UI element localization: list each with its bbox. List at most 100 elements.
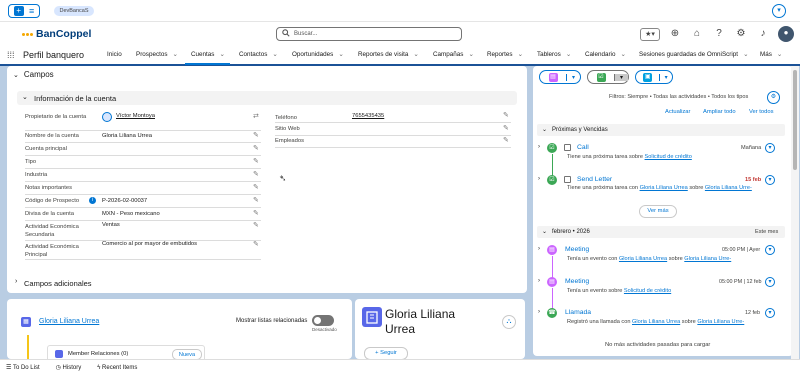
related-link[interactable]: Gloria Liliana Urre- [697, 319, 744, 325]
edit-pencil-icon[interactable]: ✎ [503, 111, 509, 119]
chevron-down-icon[interactable]: ⌄ [219, 51, 224, 58]
chevron-down-icon[interactable]: ▾ [765, 245, 775, 255]
chevron-right-icon[interactable]: › [538, 309, 540, 315]
chevron-down-icon[interactable]: ⌄ [777, 51, 782, 58]
chevron-down-icon[interactable]: ⌄ [173, 51, 178, 58]
nav-item-contactos[interactable]: Contactos ⌄ [239, 51, 278, 58]
nav-item-tableros[interactable]: Tableros ⌄ [537, 51, 571, 58]
chevron-right-icon[interactable]: › [538, 144, 540, 150]
bell-icon[interactable]: ♪ [756, 27, 770, 41]
global-search-input[interactable]: Buscar... [276, 27, 462, 41]
chevron-down-icon[interactable]: ⌄ [468, 51, 473, 58]
chevron-down-icon[interactable]: ⌄ [566, 51, 571, 58]
chevron-down-icon[interactable]: ▾ [765, 175, 775, 185]
task-title-link[interactable]: Send Letter [577, 176, 612, 183]
related-link[interactable]: Solicitud de crédito [624, 288, 671, 294]
section-info-cuenta-toggle[interactable]: ⌄ Información de la cuenta [17, 91, 517, 105]
edit-pencil-icon[interactable]: ✎ [253, 157, 259, 165]
chevron-down-icon[interactable]: ⌄ [413, 51, 418, 58]
nav-item-prospectos[interactable]: Prospectos ⌄ [136, 51, 178, 58]
chevron-right-icon[interactable]: › [538, 278, 540, 284]
chevron-down-icon[interactable]: ▾ [614, 73, 628, 81]
month-section-header[interactable]: ⌄ febrero • 2026 Este mes [537, 226, 785, 238]
task-checkbox[interactable] [564, 176, 571, 183]
page-scrollbar[interactable] [791, 66, 799, 359]
new-event-button[interactable]: ▤ ▾ [539, 70, 581, 84]
nav-item-cuentas[interactable]: Cuentas ⌄ [191, 51, 225, 58]
chevron-down-icon[interactable]: ▾ [659, 73, 672, 81]
chevron-down-icon[interactable]: ⌄ [620, 51, 625, 58]
chevron-right-icon[interactable]: › [538, 246, 540, 252]
call-title-link[interactable]: Llamada [565, 309, 591, 316]
filter-gear-icon[interactable]: ⚙ [767, 91, 780, 104]
edit-pencil-icon[interactable]: ✎ [503, 124, 509, 132]
related-lists-toggle[interactable] [312, 315, 334, 326]
edit-pencil-icon[interactable]: ✎ [253, 196, 259, 204]
phone-link[interactable]: 7655435435 [352, 113, 384, 119]
gear-icon[interactable]: ⚙ [734, 27, 748, 41]
edit-pencil-icon[interactable]: ✎ [253, 209, 259, 217]
upcoming-section-header[interactable]: ⌄ Próximas y Vencidas [537, 124, 785, 136]
additional-fields-card[interactable]: › Campos adicionales [7, 273, 527, 293]
owner-link[interactable]: Víctor Montoya [116, 113, 155, 119]
help-icon[interactable]: ? [712, 27, 726, 41]
task-title-link[interactable]: Call [577, 144, 589, 151]
chevron-down-icon[interactable]: ▾ [765, 277, 775, 287]
chevron-down-icon[interactable]: ⌄ [338, 51, 343, 58]
nav-item-campanas[interactable]: Campañas ⌄ [433, 51, 474, 58]
footer-todo[interactable]: ☰ To Do List [6, 364, 40, 371]
nav-item-oportunidades[interactable]: Oportunidades ⌄ [292, 51, 344, 58]
info-icon[interactable]: i [89, 197, 96, 204]
nav-label: Prospectos [136, 51, 168, 58]
task-checkbox[interactable] [564, 144, 571, 151]
related-link[interactable]: Solicitud de crédito [645, 154, 692, 160]
event-title-link[interactable]: Meeting [565, 246, 589, 253]
section-campos-toggle[interactable]: ⌄ Campos [13, 70, 54, 79]
nav-item-inicio[interactable]: Inicio [107, 51, 122, 58]
chevron-down-icon[interactable]: ⌄ [743, 51, 748, 58]
hierarchy-icon[interactable]: ⛬ [502, 315, 516, 329]
chevron-down-icon[interactable]: ▾ [566, 73, 580, 81]
related-account-link[interactable]: Gloria Liliana Urrea [39, 318, 99, 325]
footer-history[interactable]: ◷ History [56, 364, 82, 371]
edit-pencil-icon[interactable]: ✎ [503, 136, 509, 144]
nav-item-omniscript[interactable]: Sesiones guardadas de OmniScript ⌄ [639, 51, 748, 58]
global-create-icon[interactable]: ⊕ [668, 27, 682, 41]
app-launcher-toggle[interactable]: + ≡ [8, 4, 40, 18]
view-more-button[interactable]: Ver más [639, 205, 677, 218]
event-title-link[interactable]: Meeting [565, 278, 589, 285]
view-all-link[interactable]: Ver todos [749, 109, 774, 115]
new-call-button[interactable]: ▣ ▾ [635, 70, 673, 84]
chevron-down-icon[interactable]: ⌄ [518, 51, 523, 58]
avatar[interactable]: ● [778, 26, 794, 42]
chevron-down-icon[interactable]: ▾ [772, 4, 786, 18]
nav-item-reportes[interactable]: Reportes ⌄ [487, 51, 523, 58]
edit-pencil-icon[interactable]: ✎ [253, 131, 259, 139]
related-link[interactable]: Gloria Liliana Urrea [619, 256, 667, 262]
edit-pencil-icon[interactable]: ✎ [253, 144, 259, 152]
related-link[interactable]: Gloria Liliana Urre- [684, 256, 731, 262]
edit-pencil-icon[interactable]: ✎ [253, 170, 259, 178]
nav-item-calendario[interactable]: Calendario ⌄ [585, 51, 626, 58]
favorites-icon[interactable]: ★▾ [640, 27, 660, 41]
app-launcher-icon[interactable]: ⁞⁞⁞ [7, 50, 15, 60]
edit-pencil-icon[interactable]: ✎ [253, 183, 259, 191]
change-owner-icon[interactable]: ⇄ [253, 112, 259, 120]
nav-item-mas[interactable]: Más ⌄ [760, 51, 782, 58]
new-task-button[interactable]: ☑ ▾ [587, 70, 629, 84]
edit-pencil-icon[interactable]: ✎ [253, 240, 259, 248]
chevron-down-icon[interactable]: ▾ [765, 143, 775, 153]
chevron-right-icon[interactable]: › [538, 176, 540, 182]
edit-pencil-icon[interactable]: ✎ [253, 221, 259, 229]
related-link[interactable]: Gloria Liliana Urre- [705, 185, 752, 191]
footer-recent[interactable]: ϟ Recent Items [97, 365, 137, 371]
guidance-icon[interactable]: ⌂ [690, 27, 704, 41]
chevron-down-icon[interactable]: ⌄ [272, 51, 277, 58]
refresh-link[interactable]: Actualizar [665, 109, 690, 115]
expand-all-link[interactable]: Ampliar todo [703, 109, 736, 115]
nav-item-reportes-visita[interactable]: Reportes de visita ⌄ [358, 51, 419, 58]
related-link[interactable]: Gloria Liliana Urrea [640, 185, 688, 191]
related-link[interactable]: Gloria Liliana Urrea [632, 319, 680, 325]
environment-tab[interactable]: DevBancaS [54, 6, 94, 16]
chevron-down-icon[interactable]: ▾ [765, 308, 775, 318]
